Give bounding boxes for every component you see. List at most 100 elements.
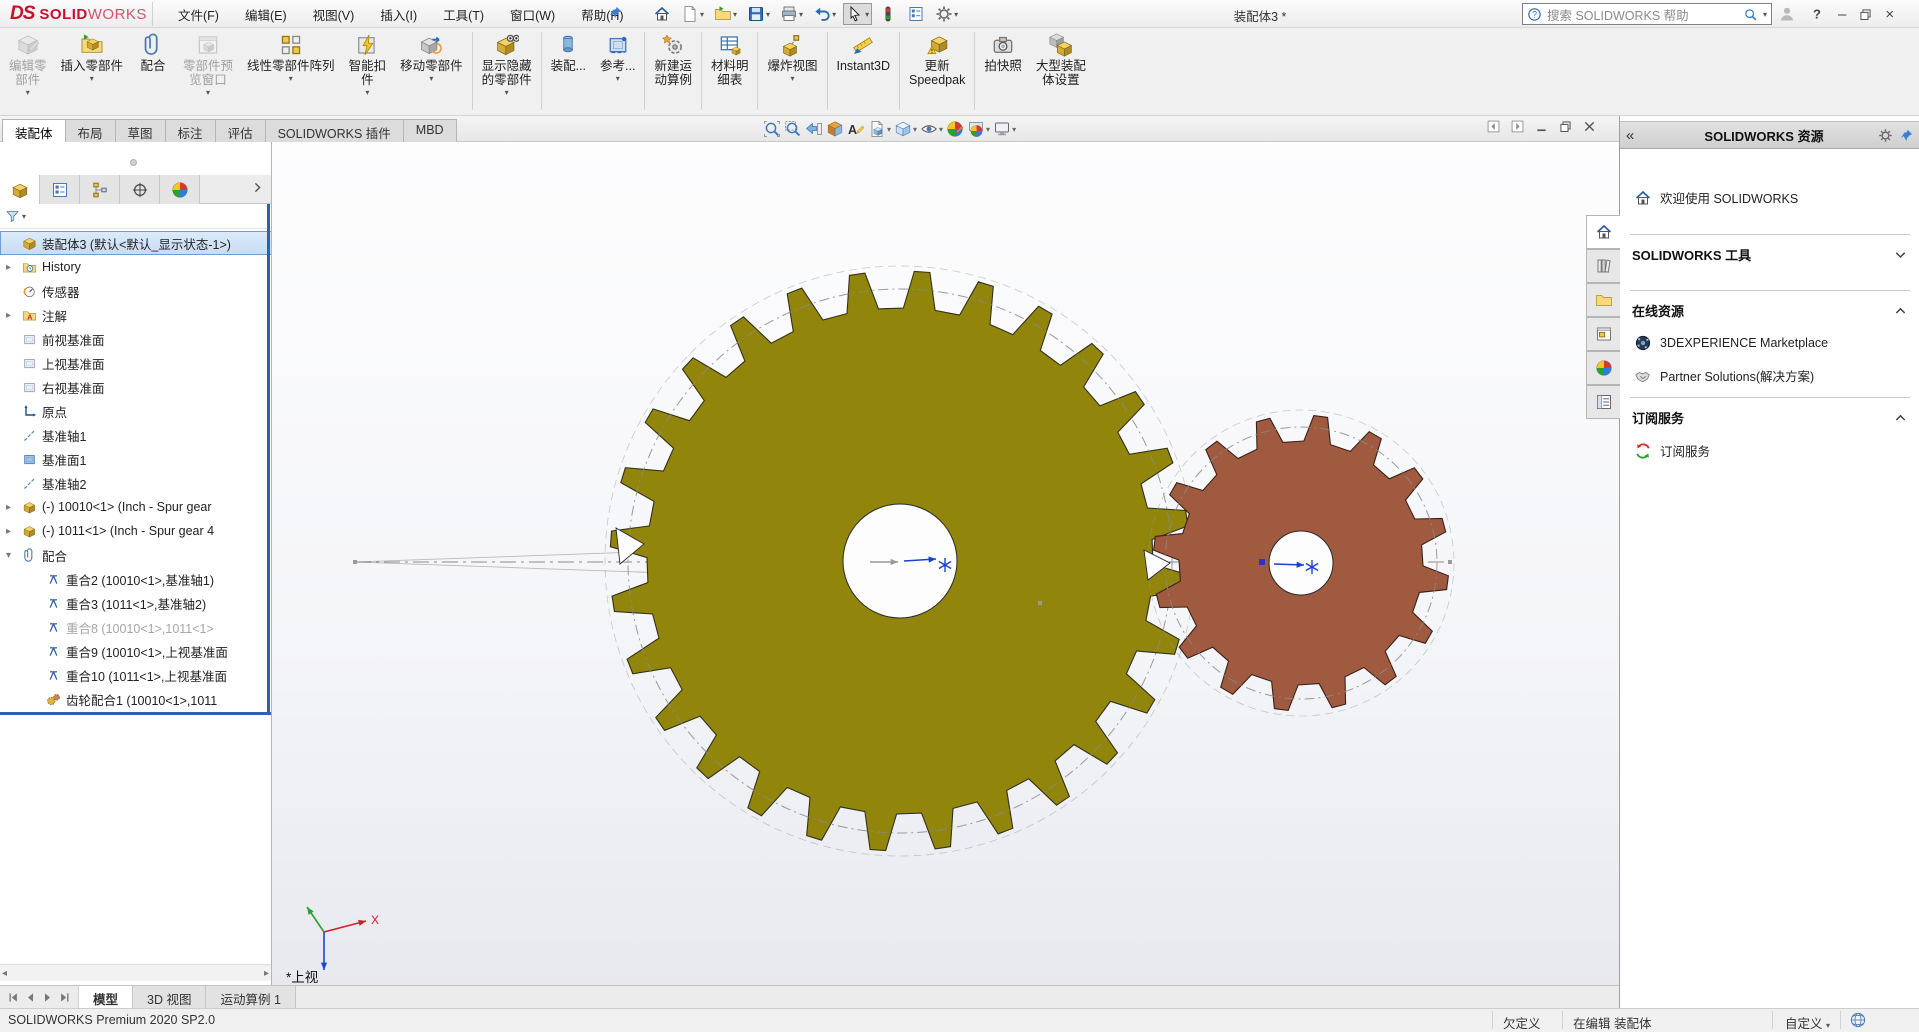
scroll-right-icon[interactable]: ▸ — [264, 968, 269, 979]
help-icon[interactable]: ? — [1808, 5, 1826, 23]
tree-item-13[interactable]: ▸(-) 1011<1> (Inch - Spur gear 4 — [0, 519, 272, 543]
dropdown-caret[interactable]: ▾ — [766, 10, 770, 19]
hide-show-items-button[interactable]: ▾ — [920, 120, 943, 138]
search-box[interactable]: ? 搜索 SOLIDWORKS 帮助 ▾ — [1522, 3, 1772, 25]
section-header[interactable]: SOLIDWORKS 工具 — [1632, 245, 1908, 264]
menu-item-6[interactable]: 窗口(W) — [510, 5, 555, 24]
nav-next-icon[interactable] — [40, 990, 55, 1005]
print-button[interactable]: ▾ — [777, 3, 806, 25]
command-tab-2[interactable]: 布局 — [65, 119, 116, 142]
command-tab-3[interactable]: 草图 — [115, 119, 166, 142]
dropdown-caret[interactable]: ▾ — [887, 125, 891, 134]
dropdown-caret[interactable]: ▾ — [865, 10, 869, 19]
dropdown-caret[interactable]: ▾ — [505, 88, 509, 97]
chevron-down-icon[interactable] — [1893, 247, 1908, 262]
zoom-area-button[interactable] — [784, 120, 802, 138]
customize-status-button[interactable]: 自定义 ▾ — [1785, 1013, 1830, 1032]
search-dropdown-caret[interactable]: ▾ — [1763, 10, 1767, 19]
tree-item-3[interactable]: 传感器 — [0, 279, 272, 303]
expand-arrow-icon[interactable]: ▸ — [6, 502, 16, 513]
tree-item-14[interactable]: ▾配合 — [0, 543, 272, 567]
chevron-up-icon[interactable] — [1893, 303, 1908, 318]
dropdown-caret[interactable]: ▾ — [429, 74, 433, 83]
tree-item-7[interactable]: 右视基准面 — [0, 375, 272, 399]
dropdown-caret[interactable]: ▾ — [90, 74, 94, 83]
command-tab-6[interactable]: SOLIDWORKS 插件 — [265, 119, 404, 142]
ribbon-button-9[interactable]: 装配... — [544, 30, 593, 114]
task-pane-pin-icon[interactable] — [1899, 128, 1914, 143]
nav-last-icon[interactable] — [57, 990, 72, 1005]
file-properties-button[interactable] — [904, 3, 928, 25]
appearances-tab[interactable] — [1586, 351, 1620, 385]
command-tab-7[interactable]: MBD — [403, 119, 457, 142]
dropdown-caret[interactable]: ▾ — [26, 88, 30, 97]
select-cursor-button[interactable]: ▾ — [843, 3, 872, 25]
dropdown-caret[interactable]: ▾ — [790, 74, 794, 83]
task-pane-link[interactable]: Partner Solutions(解决方案) — [1634, 366, 1908, 385]
ribbon-button-14[interactable]: Instant3D — [830, 30, 898, 114]
rebuild-traffic-button[interactable] — [876, 3, 900, 25]
menu-item-1[interactable]: 文件(F) — [178, 5, 219, 24]
configurationmanager-tab[interactable] — [80, 175, 120, 204]
options-gear-button[interactable]: ▾ — [932, 3, 961, 25]
tree-item-19[interactable]: 重合10 (1011<1>,上视基准面 — [0, 663, 272, 687]
document-tab-1[interactable]: 模型 — [79, 986, 133, 1008]
dropdown-caret[interactable]: ▾ — [913, 125, 917, 134]
menu-item-3[interactable]: 视图(V) — [313, 5, 355, 24]
graphics-area[interactable]: X *上视 — [272, 142, 1619, 985]
tree-item-4[interactable]: ▸A注解 — [0, 303, 272, 327]
dropdown-caret[interactable]: ▾ — [939, 125, 943, 134]
dropdown-caret[interactable]: ▾ — [832, 10, 836, 19]
pane-right-icon[interactable] — [1510, 119, 1525, 134]
ribbon-button-15[interactable]: 更新Speedpak — [902, 30, 972, 114]
tree-item-11[interactable]: 基准轴2 — [0, 471, 272, 495]
task-pane-gear-icon[interactable] — [1878, 128, 1893, 143]
undo-button[interactable]: ▾ — [810, 3, 839, 25]
tree-horizontal-scrollbar[interactable]: ◂ ▸ — [0, 964, 271, 981]
small-spur-gear-bore[interactable] — [1269, 531, 1333, 595]
close-button[interactable]: × — [1885, 6, 1894, 23]
home-button[interactable] — [650, 3, 674, 25]
ribbon-button-16[interactable]: 拍快照 — [977, 30, 1029, 114]
scroll-left-icon[interactable]: ◂ — [2, 968, 7, 979]
dropdown-caret[interactable]: ▾ — [289, 74, 293, 83]
ribbon-button-10[interactable]: 参考...▾ — [593, 30, 642, 114]
tree-item-5[interactable]: 前视基准面 — [0, 327, 272, 351]
tree-item-6[interactable]: 上视基准面 — [0, 351, 272, 375]
document-tab-3[interactable]: 运动算例 1 — [206, 986, 295, 1008]
dropdown-caret[interactable]: ▾ — [986, 125, 990, 134]
tree-item-1[interactable]: 装配体3 (默认<默认_显示状态-1>) — [0, 231, 272, 255]
minimize-button[interactable]: – — [1838, 6, 1846, 23]
panel-splitter-handle[interactable] — [130, 159, 137, 166]
expand-arrow-icon[interactable]: ▸ — [6, 262, 16, 273]
doc-minimize-icon[interactable] — [1534, 119, 1549, 134]
save-button[interactable]: ▾ — [744, 3, 773, 25]
collapse-arrow-icon[interactable]: ▾ — [6, 550, 16, 561]
tree-item-10[interactable]: 基准面1 — [0, 447, 272, 471]
task-pane-link[interactable]: 订阅服务 — [1634, 441, 1908, 460]
menu-item-5[interactable]: 工具(T) — [443, 5, 484, 24]
zoom-fit-button[interactable] — [763, 120, 781, 138]
ribbon-button-5[interactable]: 线性零部件阵列▾ — [240, 30, 342, 114]
collapse-pane-icon[interactable]: « — [1626, 127, 1650, 144]
view-palette-tab[interactable] — [1586, 317, 1620, 351]
edit-appearance-button[interactable] — [946, 120, 964, 138]
menu-pin-icon[interactable] — [608, 5, 623, 20]
ribbon-button-3[interactable]: 配合 — [130, 30, 176, 114]
ribbon-button-6[interactable]: 智能扣件▾ — [342, 30, 394, 114]
expand-arrow-icon[interactable]: ▸ — [6, 310, 16, 321]
view-orientation-button[interactable]: ▾ — [868, 120, 891, 138]
pane-left-icon[interactable] — [1486, 119, 1501, 134]
custom-properties-tab[interactable] — [1586, 385, 1620, 419]
filter-dropdown-caret[interactable]: ▾ — [22, 212, 26, 221]
ribbon-button-13[interactable]: 爆炸视图▾ — [760, 30, 824, 114]
dropdown-caret[interactable]: ▾ — [700, 10, 704, 19]
dropdown-caret[interactable]: ▾ — [616, 74, 620, 83]
previous-view-button[interactable] — [805, 120, 823, 138]
welcome-link[interactable]: 欢迎使用 SOLIDWORKS — [1634, 188, 1798, 207]
tree-item-2[interactable]: ▸History — [0, 255, 272, 279]
tree-filter-bar[interactable]: ▾ — [0, 204, 272, 229]
ribbon-button-2[interactable]: 插入零部件▾ — [54, 30, 131, 114]
display-style-button[interactable]: ▾ — [894, 120, 917, 138]
tree-item-9[interactable]: 基准轴1 — [0, 423, 272, 447]
